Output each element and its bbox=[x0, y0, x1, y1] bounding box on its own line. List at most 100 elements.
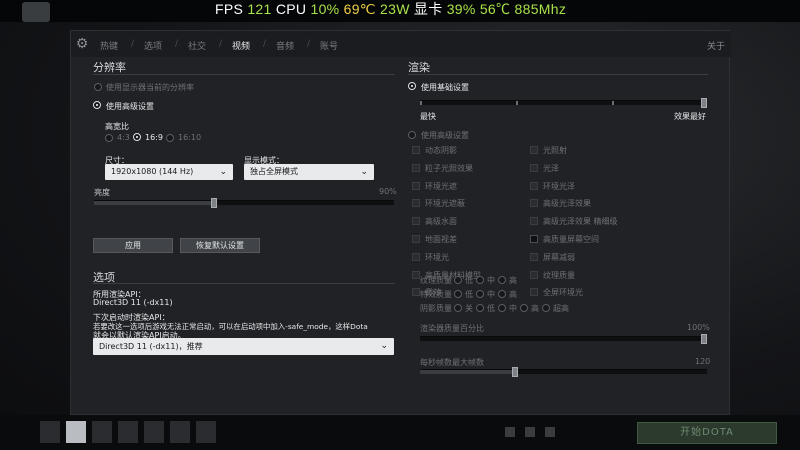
advanced-setting-checkbox[interactable] bbox=[530, 270, 538, 279]
quality-option-radio[interactable] bbox=[498, 290, 506, 298]
quality-option-radio[interactable] bbox=[454, 290, 462, 298]
advanced-setting-checkbox[interactable] bbox=[412, 217, 420, 226]
tab-social[interactable]: 社交 bbox=[188, 39, 206, 52]
gpu-usage: 39% bbox=[446, 1, 476, 17]
quality-option-radio[interactable] bbox=[476, 276, 484, 284]
chat-icon[interactable] bbox=[505, 427, 515, 437]
close-button[interactable]: 关于 bbox=[707, 39, 725, 52]
advanced-setting-checkbox[interactable] bbox=[530, 199, 538, 208]
party-slot-icon[interactable] bbox=[40, 421, 60, 443]
advanced-setting-label: 高级光泽效果 bbox=[543, 199, 591, 209]
apply-button[interactable]: 应用 bbox=[93, 238, 173, 253]
max-fps-slider-handle[interactable] bbox=[512, 367, 518, 377]
friend-slot-icon[interactable] bbox=[196, 421, 216, 443]
quality-row-label: 特效质量 bbox=[420, 290, 452, 299]
notifications-icon[interactable] bbox=[525, 427, 535, 437]
advanced-setting-checkbox[interactable] bbox=[412, 235, 420, 243]
volume-icon[interactable] bbox=[545, 427, 555, 437]
advanced-setting-checkbox[interactable] bbox=[530, 235, 538, 243]
advanced-setting-checkbox[interactable] bbox=[412, 181, 420, 190]
friend-slot-icon[interactable] bbox=[92, 421, 112, 443]
use-basic-label: 使用基础设置 bbox=[421, 83, 469, 92]
top-bar: FPS 121 CPU 10% 69℃ 23W 显卡 39% 56℃ 885Mh… bbox=[0, 0, 800, 22]
advanced-setting-checkbox[interactable] bbox=[412, 146, 420, 154]
quality-option-radio[interactable] bbox=[476, 304, 484, 312]
quality-option-radio[interactable] bbox=[454, 304, 462, 312]
tab-options[interactable]: 选项 bbox=[144, 39, 162, 52]
advanced-setting-label: 粒子光照效果 bbox=[425, 163, 473, 173]
render-advanced-label: 使用高级设置 bbox=[421, 131, 469, 140]
radio-aspect-16-9[interactable] bbox=[133, 133, 141, 141]
render-scale-slider-handle[interactable] bbox=[701, 334, 707, 344]
resolution-dropdown[interactable]: 1920x1080 (144 Hz) ⌄ bbox=[105, 164, 233, 180]
quality-option-radio[interactable] bbox=[454, 276, 462, 284]
advanced-setting-checkbox[interactable] bbox=[412, 252, 420, 261]
brightness-slider[interactable] bbox=[94, 198, 394, 208]
gear-icon: ⚙ bbox=[75, 36, 89, 52]
dota-logo-icon[interactable] bbox=[22, 2, 50, 22]
tab-hotkeys[interactable]: 热键 bbox=[100, 39, 118, 52]
max-fps-label: 每秒帧数最大帧数 bbox=[420, 358, 484, 367]
friend-slot-icon[interactable] bbox=[118, 421, 138, 443]
radio-aspect-16-10[interactable] bbox=[166, 134, 174, 142]
radio-use-display-res[interactable] bbox=[94, 83, 102, 91]
radio-render-advanced[interactable] bbox=[408, 131, 416, 139]
cpu-power: 23W bbox=[380, 1, 410, 17]
slider-tick bbox=[420, 101, 422, 105]
quality-option-radio[interactable] bbox=[498, 276, 506, 284]
max-fps-slider[interactable] bbox=[420, 367, 707, 377]
quality-option-radio[interactable] bbox=[498, 304, 506, 312]
render-quality-slider[interactable] bbox=[420, 98, 707, 108]
quality-option-label: 高 bbox=[531, 304, 539, 313]
quality-option-label: 低 bbox=[487, 304, 495, 313]
tab-audio[interactable]: 音频 bbox=[276, 39, 294, 52]
radio-use-advanced[interactable] bbox=[93, 101, 101, 109]
render-quality-slider-handle[interactable] bbox=[701, 98, 707, 108]
tab-separator: / bbox=[263, 39, 267, 49]
advanced-setting-checkbox[interactable] bbox=[530, 181, 538, 190]
tab-account[interactable]: 账号 bbox=[320, 39, 338, 52]
quality-option-label: 中 bbox=[487, 276, 495, 285]
divider bbox=[93, 74, 395, 75]
friend-slot-icon[interactable] bbox=[170, 421, 190, 443]
profile-icon[interactable] bbox=[66, 421, 86, 443]
advanced-setting-checkbox[interactable] bbox=[530, 252, 538, 261]
brightness-label: 亮度 bbox=[94, 188, 110, 197]
quality-row-label: 纹理质量 bbox=[420, 276, 452, 285]
brightness-slider-handle[interactable] bbox=[211, 198, 217, 208]
render-title: 渲染 bbox=[408, 61, 430, 74]
brightness-value: 90% bbox=[379, 187, 397, 196]
quality-option-label: 关 bbox=[465, 304, 473, 313]
play-dota-button[interactable]: 开始DOTA bbox=[637, 422, 777, 444]
quality-option-radio[interactable] bbox=[542, 304, 550, 312]
cpu-label: CPU bbox=[275, 1, 307, 17]
settings-tabs: ⚙ 热键 / 选项 / 社交 / 视频 / 音频 / 账号 关于 bbox=[71, 31, 731, 57]
api-dropdown[interactable]: Direct3D 11 (-dx11)，推荐 ⌄ bbox=[93, 338, 394, 355]
advanced-setting-checkbox[interactable] bbox=[412, 163, 420, 172]
advanced-setting-checkbox[interactable] bbox=[412, 270, 420, 279]
advanced-setting-checkbox[interactable] bbox=[530, 217, 538, 226]
advanced-setting-label: 环境光 bbox=[425, 252, 449, 262]
quality-option-label: 中 bbox=[487, 290, 495, 299]
radio-use-basic[interactable] bbox=[408, 82, 416, 90]
tab-separator: / bbox=[175, 39, 179, 49]
advanced-setting-checkbox[interactable] bbox=[412, 288, 420, 297]
advanced-setting-checkbox[interactable] bbox=[412, 199, 420, 208]
divider bbox=[408, 74, 708, 75]
radio-aspect-4-3[interactable] bbox=[105, 134, 113, 142]
advanced-setting-label: 高级光泽效果 精细级 bbox=[543, 217, 618, 227]
quality-option-radio[interactable] bbox=[476, 290, 484, 298]
quality-option-label: 低 bbox=[465, 290, 473, 299]
display-mode-dropdown[interactable]: 独占全屏模式 ⌄ bbox=[244, 164, 374, 180]
quality-option-radio[interactable] bbox=[520, 304, 528, 312]
render-scale-slider[interactable] bbox=[420, 334, 707, 344]
friend-slot-icon[interactable] bbox=[144, 421, 164, 443]
divider bbox=[93, 283, 395, 284]
tab-video[interactable]: 视频 bbox=[232, 39, 250, 52]
advanced-setting-checkbox[interactable] bbox=[530, 288, 538, 297]
quality-row-label: 阴影质量 bbox=[420, 304, 452, 313]
advanced-setting-checkbox[interactable] bbox=[530, 163, 538, 172]
advanced-setting-label: 高级水面 bbox=[425, 217, 457, 227]
restore-defaults-button[interactable]: 恢复默认设置 bbox=[180, 238, 260, 253]
advanced-setting-checkbox[interactable] bbox=[530, 146, 538, 154]
